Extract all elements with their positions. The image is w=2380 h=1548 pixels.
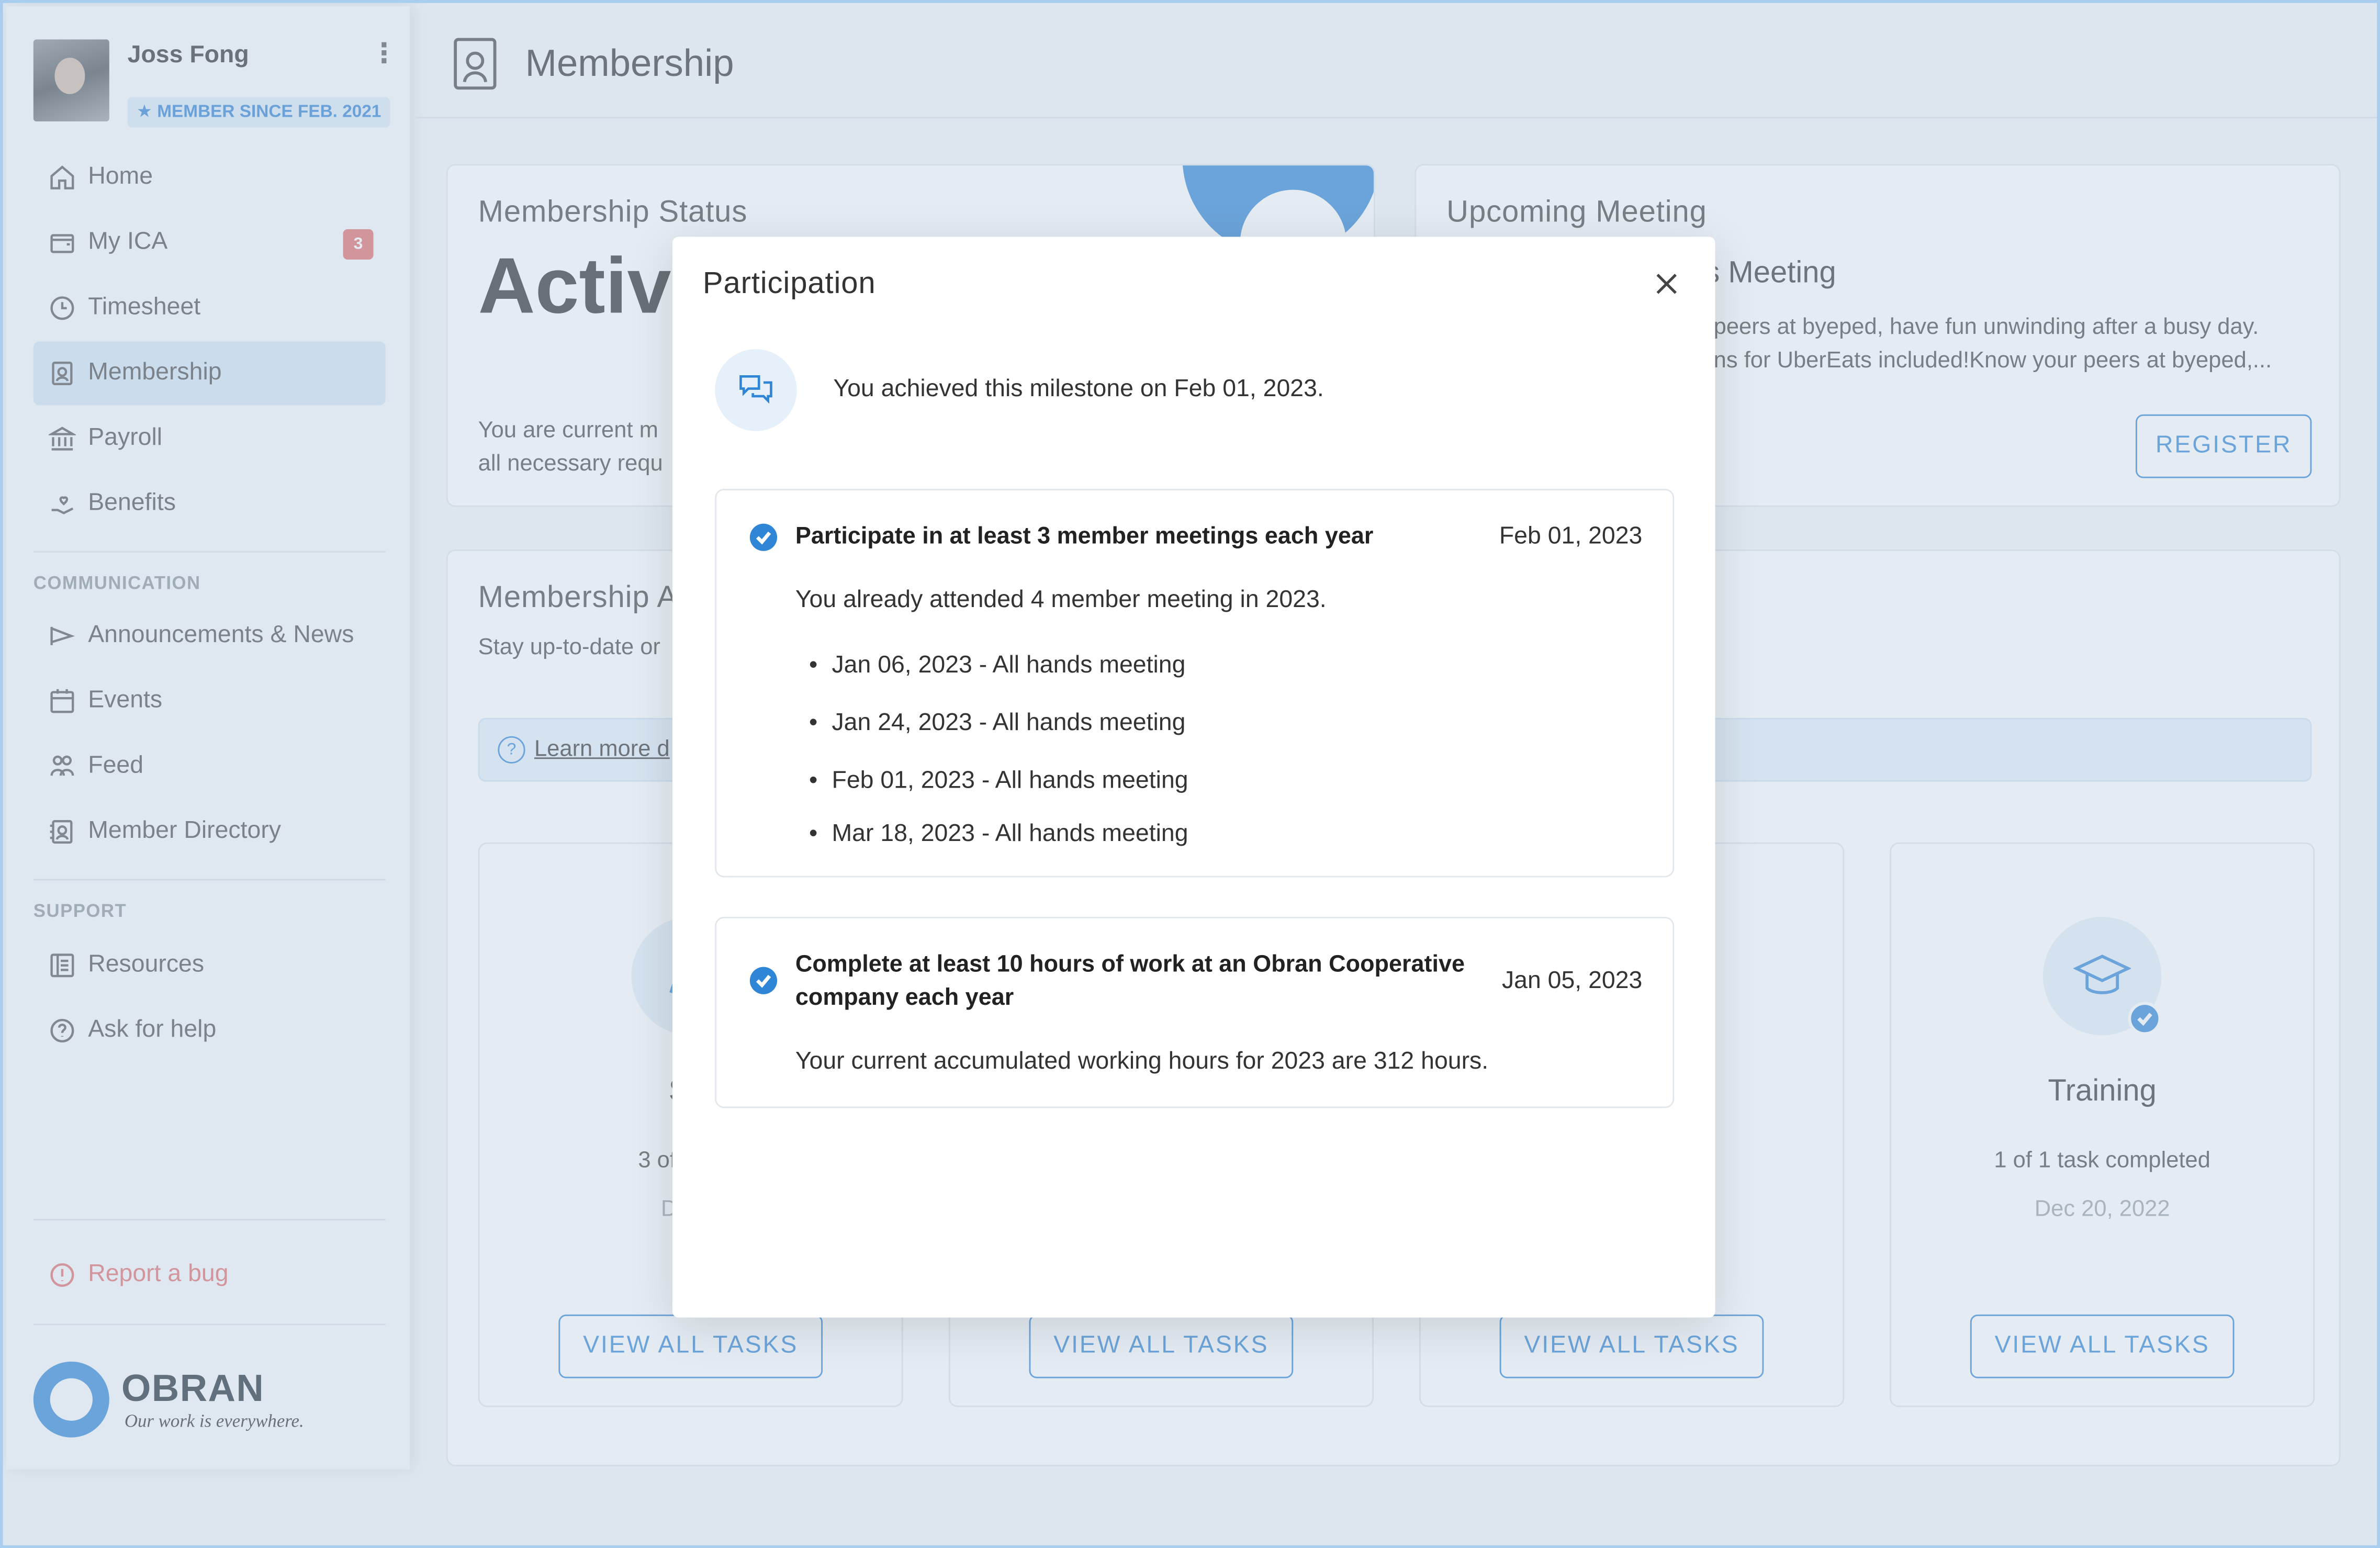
requirement-summary: Your current accumulated working hours f… [795, 1049, 1489, 1075]
requirement-date: Jan 05, 2023 [1501, 968, 1643, 994]
checkmark-icon [749, 523, 778, 551]
participation-modal: Participation You achieved this mileston… [672, 237, 1715, 1318]
requirement-card-meetings: Participate in at least 3 member meeting… [715, 488, 1675, 878]
close-icon[interactable] [1653, 270, 1680, 297]
requirement-date: Feb 01, 2023 [1499, 523, 1643, 549]
milestone-text: You achieved this milestone on Feb 01, 2… [833, 376, 1324, 402]
meeting-list-item: Jan 06, 2023 - All hands meeting [809, 653, 1185, 680]
modal-title: Participation [702, 267, 876, 301]
meeting-list-item: Mar 18, 2023 - All hands meeting [809, 821, 1188, 848]
requirement-card-work-hours: Complete at least 10 hours of work at an… [715, 916, 1675, 1108]
requirement-title: Participate in at least 3 member meeting… [795, 523, 1374, 549]
requirement-summary: You already attended 4 member meeting in… [795, 587, 1327, 613]
requirement-title-line: company each year [795, 985, 1014, 1011]
app-window: Joss Fong ⋮ ★ MEMBER SINCE FEB. 2021 Hom… [0, 0, 2380, 1548]
requirement-title-line: Complete at least 10 hours of work at an… [795, 951, 1465, 978]
meeting-list-item: Feb 01, 2023 - All hands meeting [809, 768, 1188, 795]
checkmark-icon [749, 967, 778, 994]
meeting-list-item: Jan 24, 2023 - All hands meeting [809, 710, 1185, 737]
chat-bubbles-icon [715, 349, 797, 431]
requirement-title: Complete at least 10 hours of work at an… [795, 949, 1465, 1016]
